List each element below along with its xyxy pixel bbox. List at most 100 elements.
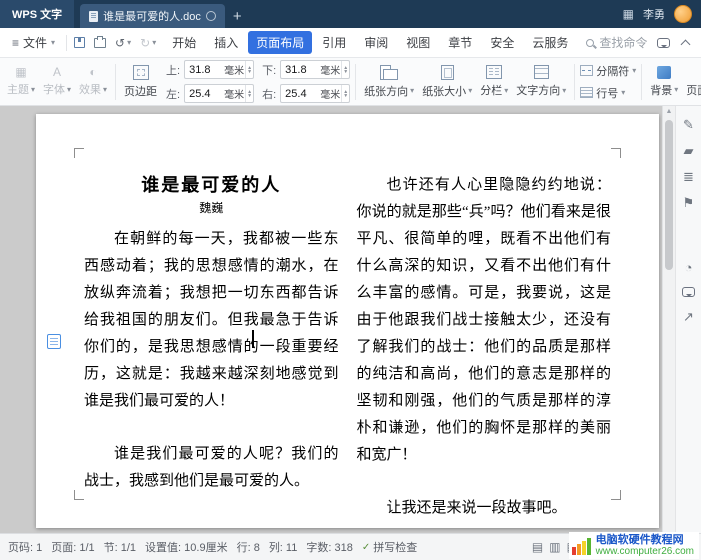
view-page-icon[interactable]: ▤ [532, 540, 543, 554]
crop-mark-top-left [74, 148, 84, 158]
caret-down-icon: ▾ [468, 86, 472, 95]
margin-left-input[interactable]: 25.4 毫米 ▲▼ [184, 84, 254, 103]
margin-marker-icon[interactable] [47, 334, 61, 349]
scrollbar-thumb[interactable] [665, 120, 673, 270]
left-column: 谁是最可爱的人 魏巍 在朝鲜的每一天，我都被一些东西感动着；我的思想感情的潮水，… [84, 172, 339, 533]
watermark-site-name: 电脑软硬件教程网 [596, 534, 694, 546]
status-column: 列: 11 [269, 539, 298, 555]
redo-button[interactable]: ↻▾ [140, 37, 156, 49]
scroll-up-icon[interactable]: ▲ [663, 108, 675, 115]
menubar-right [657, 38, 693, 48]
feedback-icon[interactable] [657, 38, 670, 48]
margin-bottom-value: 31.8 [285, 64, 320, 76]
bookmark-icon[interactable]: ⚑ [683, 196, 695, 209]
margin-left-stepper[interactable]: ▲▼ [245, 85, 253, 102]
spell-check-button[interactable]: ✓ 拼写检查 [362, 539, 417, 555]
tab-status-icon[interactable] [206, 11, 216, 21]
page-border-button[interactable]: 页面边框 [683, 63, 701, 100]
caret-down-icon: ▾ [67, 85, 71, 94]
break-group: 分隔符 ▾ 行号 ▾ [580, 63, 636, 101]
caret-down-icon: ▾ [127, 38, 131, 47]
tab-view[interactable]: 视图 [398, 31, 438, 54]
share-icon[interactable]: ↗ [683, 310, 694, 323]
separator-button[interactable]: 分隔符 ▾ [580, 63, 636, 79]
font-scheme-icon: A [53, 66, 61, 78]
paper-size-label: 纸张大小 [422, 83, 466, 99]
new-tab-button[interactable]: + [225, 4, 250, 28]
background-label: 背景 [650, 82, 672, 98]
theme-icon: ▦ [15, 66, 26, 78]
line-number-button[interactable]: 行号 ▾ [580, 85, 636, 101]
tab-security[interactable]: 安全 [482, 31, 522, 54]
tab-section[interactable]: 章节 [440, 31, 480, 54]
margin-bottom-label: 下: [262, 62, 276, 78]
caret-down-icon: ▾ [31, 85, 35, 94]
document-tab[interactable]: 谁是最可爱的人.doc [80, 4, 225, 28]
caret-down-icon: ▾ [621, 88, 625, 97]
file-menu-button[interactable]: ≡ 文件 ▾ [8, 34, 59, 51]
divider [641, 64, 642, 100]
margin-unit: 毫米 [320, 62, 340, 77]
background-button[interactable]: 背景▾ [647, 64, 681, 100]
command-search-label: 查找命令 [599, 34, 647, 51]
theme-button[interactable]: ▦ 主题▾ [4, 64, 38, 99]
caret-down-icon: ▾ [562, 86, 566, 95]
separator-icon [580, 65, 593, 76]
history-clock-icon[interactable]: ◔ [685, 261, 693, 274]
status-word-count[interactable]: 字数: 318 [306, 539, 352, 555]
print-button[interactable] [94, 38, 106, 48]
tab-insert[interactable]: 插入 [206, 31, 246, 54]
tab-page-layout[interactable]: 页面布局 [248, 31, 312, 54]
margin-bottom-input[interactable]: 31.8 毫米 ▲▼ [280, 60, 350, 79]
caret-down-icon: ▾ [103, 85, 107, 94]
watermark-site-url: www.computer26.com [596, 546, 694, 557]
document-title: 谁是最可爱的人 [84, 172, 339, 198]
status-page-number: 页码: 1 [8, 539, 42, 555]
workspace-icon[interactable]: ▦ [623, 7, 634, 21]
margins-button[interactable]: 页边距 [121, 63, 160, 101]
navigation-icon[interactable]: ≣ [683, 170, 694, 183]
margin-top-stepper[interactable]: ▲▼ [245, 61, 253, 78]
text-direction-button[interactable]: 文字方向▾ [513, 63, 569, 100]
app-menu-button[interactable]: WPS 文字 [0, 0, 74, 28]
save-button[interactable] [74, 37, 85, 48]
paper-direction-label: 纸张方向 [364, 83, 408, 99]
font-scheme-button[interactable]: A 字体▾ [40, 64, 74, 99]
margin-top-label: 上: [166, 62, 180, 78]
margin-top-input[interactable]: 31.8 毫米 ▲▼ [184, 60, 254, 79]
vertical-scrollbar[interactable]: ▲ [662, 106, 675, 533]
divider [355, 64, 356, 100]
margin-right-input[interactable]: 25.4 毫米 ▲▼ [280, 84, 350, 103]
command-search[interactable]: 查找命令 [586, 34, 647, 51]
view-web-icon[interactable]: ▥ [549, 540, 560, 554]
effect-label: 效果 [79, 81, 101, 97]
document-area: 谁是最可爱的人 魏巍 在朝鲜的每一天，我都被一些东西感动着；我的思想感情的潮水，… [0, 106, 701, 533]
tab-review[interactable]: 审阅 [356, 31, 396, 54]
caret-down-icon: ▾ [504, 86, 508, 95]
text-direction-label: 文字方向 [516, 82, 560, 98]
effect-button[interactable]: ◐ 效果▾ [76, 64, 110, 99]
watermark-logo-icon [572, 537, 591, 555]
undo-button[interactable]: ↺▾ [115, 37, 131, 49]
document-icon [89, 11, 98, 22]
caret-down-icon: ▾ [152, 38, 156, 47]
hamburger-icon: ≡ [12, 36, 19, 50]
paper-direction-button[interactable]: 纸张方向▾ [361, 63, 417, 101]
document-page[interactable]: 谁是最可爱的人 魏巍 在朝鲜的每一天，我都被一些东西感动着；我的思想感情的潮水，… [36, 114, 659, 528]
collapse-ribbon-icon[interactable] [681, 39, 691, 49]
margin-bottom-stepper[interactable]: ▲▼ [341, 61, 349, 78]
print-icon [94, 38, 106, 48]
comment-icon[interactable] [682, 287, 695, 297]
tab-cloud[interactable]: 云服务 [524, 31, 576, 54]
annotate-pen-icon[interactable]: ✎ [683, 118, 694, 131]
titlebar-right: ▦ 李勇 [623, 0, 701, 28]
tab-reference[interactable]: 引用 [314, 31, 354, 54]
user-avatar[interactable] [674, 5, 692, 23]
paper-size-button[interactable]: 纸张大小▾ [419, 63, 475, 101]
tab-home[interactable]: 开始 [164, 31, 204, 54]
paragraph: 让我还是来说一段故事吧。 [357, 495, 612, 522]
highlight-icon[interactable]: ▰ [684, 144, 694, 157]
columns-button[interactable]: 分栏▾ [477, 63, 511, 100]
status-page-count: 页面: 1/1 [51, 539, 94, 555]
margin-right-stepper[interactable]: ▲▼ [341, 85, 349, 102]
